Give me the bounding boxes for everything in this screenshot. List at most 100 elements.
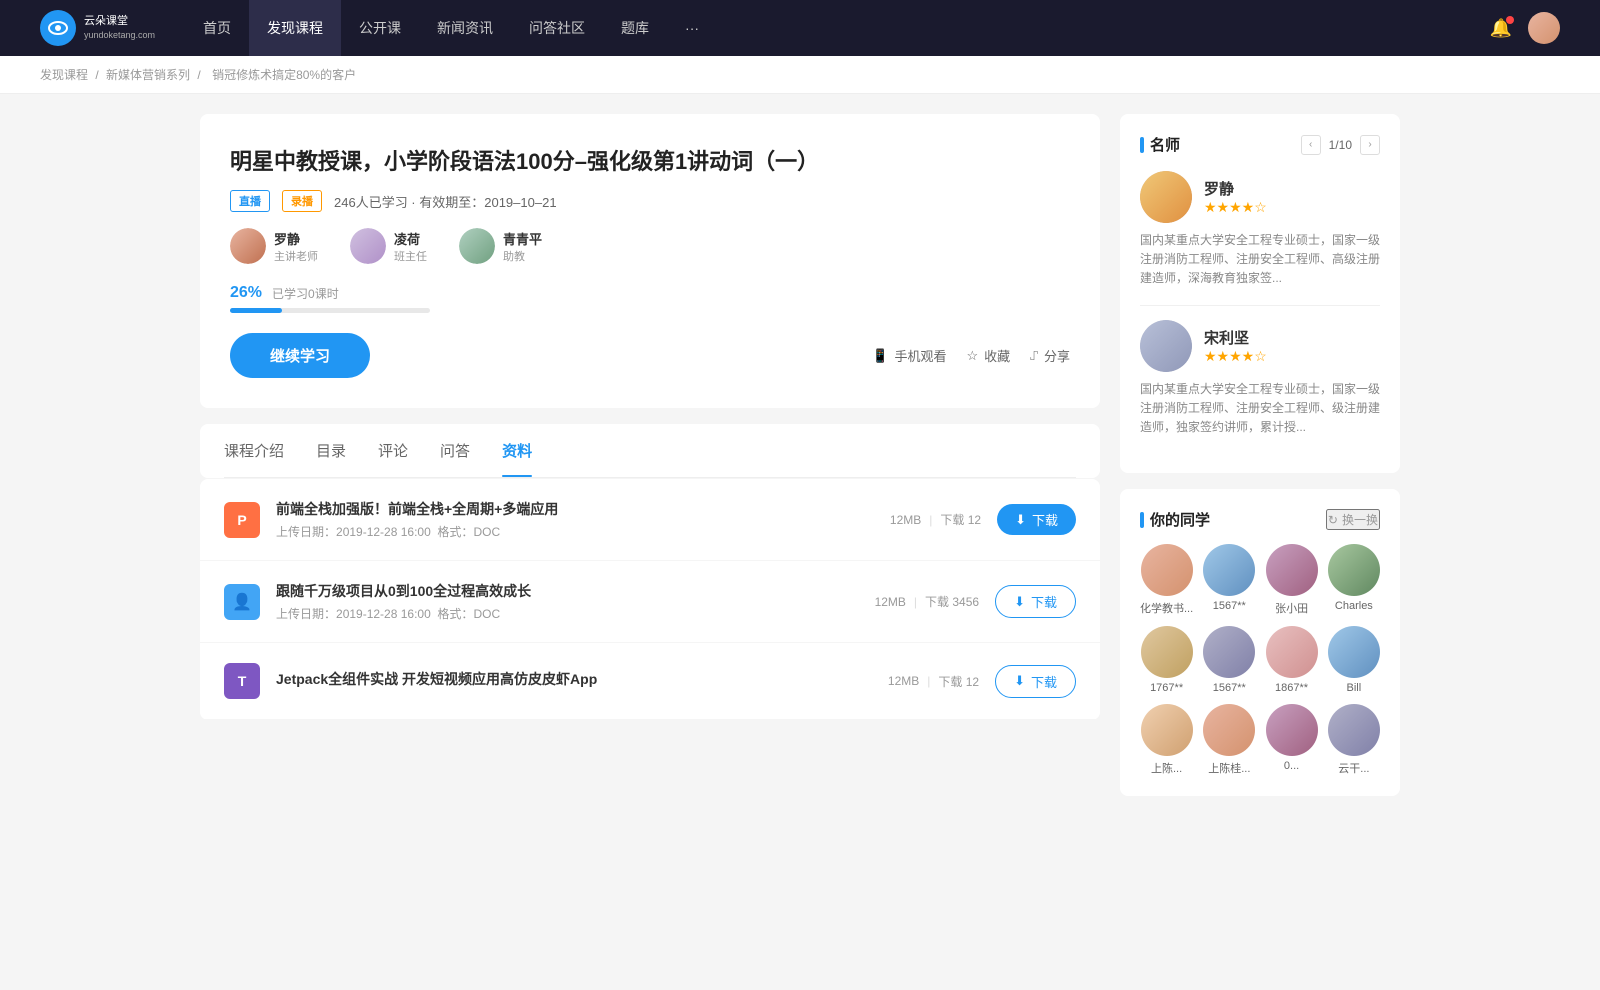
tab-qa[interactable]: 问答 <box>440 424 470 477</box>
teacher-page: 1/10 <box>1329 138 1352 152</box>
download-button-2[interactable]: ⬇ 下载 <box>995 665 1076 698</box>
refresh-icon: ↻ <box>1328 513 1338 527</box>
student-avatar-0 <box>1141 544 1193 596</box>
refresh-button[interactable]: ↻ 换一换 <box>1326 509 1380 530</box>
teacher-role-2: 助教 <box>503 248 542 264</box>
nav-news[interactable]: 新闻资讯 <box>419 0 511 56</box>
student-item-5: 1567** <box>1203 626 1255 694</box>
file-downloads-1: 下载 3456 <box>925 593 979 610</box>
students-title-text: 你的同学 <box>1150 509 1210 530</box>
course-header-card: 明星中教授课，小学阶段语法100分–强化级第1讲动词（一） 直播 录播 246人… <box>200 114 1100 408</box>
teacher-item-0: 罗静 主讲老师 <box>230 228 318 264</box>
teachers-title-bar <box>1140 137 1144 153</box>
nav-open[interactable]: 公开课 <box>341 0 419 56</box>
continue-button[interactable]: 继续学习 <box>230 333 370 378</box>
tab-review[interactable]: 评论 <box>378 424 408 477</box>
download-button-0[interactable]: ⬇ 下载 <box>997 504 1076 535</box>
teacher-profile-avatar-1 <box>1140 320 1192 372</box>
nav-qa[interactable]: 问答社区 <box>511 0 603 56</box>
download-icon-1: ⬇ <box>1014 594 1025 610</box>
tab-intro[interactable]: 课程介绍 <box>224 424 284 477</box>
student-avatar-1 <box>1203 544 1255 596</box>
students-title-bar <box>1140 512 1144 528</box>
teachers-list: 罗静 ★★★★☆ 国内某重点大学安全工程专业硕士，国家一级注册消防工程师、注册安… <box>1140 171 1380 437</box>
file-size-1: 12MB <box>875 595 906 609</box>
teacher-profile-desc-1: 国内某重点大学安全工程专业硕士，国家一级注册消防工程师、注册安全工程师、级注册建… <box>1140 380 1380 438</box>
breadcrumb-sep1: / <box>95 68 102 82</box>
student-item-2: 张小田 <box>1265 544 1317 616</box>
teacher-info-2: 青青平 助教 <box>503 229 542 264</box>
logo-icon <box>40 10 76 46</box>
download-button-1[interactable]: ⬇ 下载 <box>995 585 1076 618</box>
logo[interactable]: 云朵课堂yundoketang.com <box>40 10 155 46</box>
file-icon-2: T <box>224 663 260 699</box>
student-name-2: 张小田 <box>1275 600 1308 616</box>
teacher-prev-button[interactable]: ‹ <box>1301 135 1321 155</box>
teacher-profile-name-1: 宋利坚 <box>1204 327 1267 348</box>
refresh-label: 换一换 <box>1342 511 1378 528</box>
breadcrumb-sep2: / <box>197 68 204 82</box>
teacher-profile-info-1: 宋利坚 ★★★★☆ <box>1204 327 1267 365</box>
teacher-name-2: 青青平 <box>503 229 542 248</box>
star-icon: ☆ <box>967 348 979 364</box>
progress-bar-fill <box>230 308 282 313</box>
file-stats-2: 12MB | 下载 12 <box>888 673 979 690</box>
progress-row: 26% 已学习0课时 <box>230 284 1070 302</box>
student-avatar-10 <box>1266 704 1318 756</box>
breadcrumb-series[interactable]: 新媒体营销系列 <box>106 68 190 82</box>
mobile-watch-button[interactable]: 📱 手机观看 <box>872 346 946 365</box>
teachers: 罗静 主讲老师 凌荷 班主任 青青平 助教 <box>230 228 1070 264</box>
file-downloads-0: 下载 12 <box>940 511 981 528</box>
progress-percent: 26% <box>230 284 262 302</box>
student-avatar-3 <box>1328 544 1380 596</box>
tab-catalog[interactable]: 目录 <box>316 424 346 477</box>
nav-more[interactable]: ··· <box>667 0 717 56</box>
file-size-0: 12MB <box>890 513 921 527</box>
student-name-11: 云干... <box>1338 760 1369 776</box>
student-item-3: Charles <box>1328 544 1380 616</box>
action-buttons: 📱 手机观看 ☆ 收藏 ⑀ 分享 <box>872 346 1070 365</box>
teacher-role-1: 班主任 <box>394 248 427 264</box>
file-name-2: Jetpack全组件实战 开发短视频应用高仿皮皮虾App <box>276 669 872 689</box>
teacher-info-0: 罗静 主讲老师 <box>274 229 318 264</box>
student-name-4: 1767** <box>1150 682 1183 694</box>
tab-materials[interactable]: 资料 <box>502 424 532 477</box>
notification-dot <box>1506 16 1514 24</box>
nav-exercises[interactable]: 题库 <box>603 0 667 56</box>
share-button[interactable]: ⑀ 分享 <box>1030 346 1070 365</box>
download-icon-2: ⬇ <box>1014 673 1025 689</box>
student-item-7: Bill <box>1328 626 1380 694</box>
student-avatar-9 <box>1203 704 1255 756</box>
student-name-0: 化学教书... <box>1140 600 1193 616</box>
file-meta-0: 上传日期：2019-12-28 16:00 格式：DOC <box>276 523 874 540</box>
user-avatar[interactable] <box>1528 12 1560 44</box>
progress-section: 26% 已学习0课时 <box>230 284 1070 313</box>
badge-live: 直播 <box>230 190 270 212</box>
share-label: 分享 <box>1044 346 1070 365</box>
file-sep-1: | <box>914 595 917 609</box>
collect-label: 收藏 <box>984 346 1010 365</box>
action-row: 继续学习 📱 手机观看 ☆ 收藏 ⑀ 分享 <box>230 333 1070 378</box>
mobile-icon: 📱 <box>872 348 888 364</box>
collect-button[interactable]: ☆ 收藏 <box>967 346 1011 365</box>
student-name-6: 1867** <box>1275 682 1308 694</box>
file-meta-1: 上传日期：2019-12-28 16:00 格式：DOC <box>276 605 859 622</box>
teacher-next-button[interactable]: › <box>1360 135 1380 155</box>
student-item-11: 云干... <box>1328 704 1380 776</box>
nav-home[interactable]: 首页 <box>185 0 249 56</box>
nav-discover[interactable]: 发现课程 <box>249 0 341 56</box>
student-avatar-8 <box>1141 704 1193 756</box>
student-avatar-2 <box>1266 544 1318 596</box>
file-stats-0: 12MB | 下载 12 <box>890 511 981 528</box>
tabs-card: 课程介绍 目录 评论 问答 资料 <box>200 424 1100 478</box>
file-size-2: 12MB <box>888 674 919 688</box>
mobile-label: 手机观看 <box>894 346 946 365</box>
nav-items: 首页 发现课程 公开课 新闻资讯 问答社区 题库 ··· <box>185 0 1490 56</box>
teacher-stars-0: ★★★★☆ <box>1204 199 1267 216</box>
breadcrumb-discover[interactable]: 发现课程 <box>40 68 88 82</box>
bell-icon[interactable]: 🔔 <box>1490 18 1512 39</box>
file-stats-1: 12MB | 下载 3456 <box>875 593 980 610</box>
download-icon-0: ⬇ <box>1015 512 1026 528</box>
file-downloads-2: 下载 12 <box>938 673 979 690</box>
student-avatar-6 <box>1266 626 1318 678</box>
